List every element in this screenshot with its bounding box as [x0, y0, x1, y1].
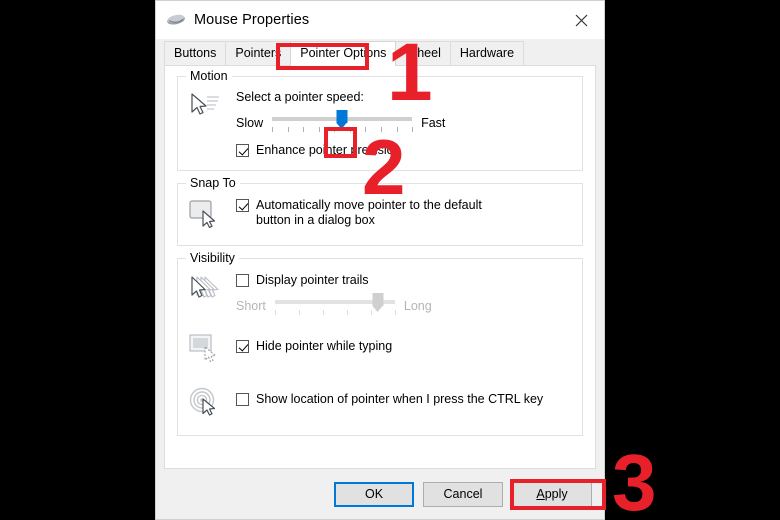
trails-long-label: Long — [403, 299, 432, 313]
mouse-icon — [167, 14, 185, 25]
group-visibility: Visibility Display pointer trails Short … — [177, 251, 583, 436]
screenshot-canvas: Mouse Properties Buttons Pointers Pointe… — [0, 0, 780, 520]
auto-move-pointer-row[interactable]: Automatically move pointer to the defaul… — [236, 198, 572, 228]
mouse-properties-dialog: Mouse Properties Buttons Pointers Pointe… — [155, 0, 605, 520]
hide-while-typing-label: Hide pointer while typing — [256, 339, 393, 353]
group-snap-to: Snap To Automatically move pointer to th… — [177, 176, 583, 246]
trails-slider-row: Short Long — [236, 293, 572, 317]
cancel-button[interactable]: Cancel — [423, 481, 503, 507]
display-trails-row[interactable]: Display pointer trails — [236, 273, 572, 288]
window-title: Mouse Properties — [194, 12, 310, 28]
auto-move-pointer-label: Automatically move pointer to the defaul… — [256, 198, 482, 227]
display-trails-checkbox[interactable] — [236, 274, 249, 287]
pointer-speed-slider[interactable] — [272, 110, 414, 134]
show-location-row[interactable]: Show location of pointer when I press th… — [236, 392, 572, 407]
apply-accel-letter: A — [536, 487, 545, 501]
hide-while-typing-row[interactable]: Hide pointer while typing — [236, 339, 572, 354]
trails-slider-thumb[interactable] — [372, 293, 384, 312]
hide-while-typing-checkbox[interactable] — [236, 340, 249, 353]
tab-wheel[interactable]: Wheel — [395, 41, 451, 65]
tab-pointers[interactable]: Pointers — [225, 41, 292, 65]
snap-to-button-icon — [188, 196, 232, 233]
auto-move-pointer-checkbox[interactable] — [236, 199, 249, 212]
pointer-speed-label: Select a pointer speed: — [236, 90, 364, 104]
title-bar: Mouse Properties — [156, 1, 604, 39]
trails-slider[interactable] — [274, 293, 396, 317]
show-location-checkbox[interactable] — [236, 393, 249, 406]
close-button[interactable] — [558, 1, 604, 39]
enhance-precision-checkbox[interactable] — [236, 144, 249, 157]
speed-fast-label: Fast — [421, 116, 446, 130]
speed-slider-thumb[interactable] — [336, 110, 348, 129]
tab-pointer-options[interactable]: Pointer Options — [290, 41, 397, 66]
pointer-speed-icon — [188, 89, 232, 126]
apply-button[interactable]: Apply — [512, 481, 592, 507]
dialog-footer: OK Cancel Apply — [156, 469, 604, 519]
pointer-speed-slider-row: Slow Fast — [236, 110, 572, 134]
hide-pointer-typing-icon — [188, 331, 232, 368]
pointer-options-panel: Motion Select a pointer speed: Slow Fast… — [164, 65, 596, 469]
close-icon — [575, 14, 587, 26]
trails-short-label: Short — [236, 299, 266, 313]
pointer-trails-icon — [188, 271, 232, 308]
tab-buttons[interactable]: Buttons — [164, 41, 227, 65]
apply-label-rest: pply — [544, 487, 568, 501]
ctrl-locate-pointer-icon — [188, 384, 232, 421]
ok-button[interactable]: OK — [334, 481, 414, 507]
show-location-label: Show location of pointer when I press th… — [256, 392, 544, 406]
tab-hardware[interactable]: Hardware — [449, 41, 525, 65]
group-motion-title: Motion — [186, 69, 232, 83]
tab-strip: Buttons Pointers Pointer Options Wheel H… — [156, 39, 604, 66]
display-trails-label: Display pointer trails — [256, 273, 369, 287]
enhance-precision-row[interactable]: Enhance pointer precision — [236, 143, 572, 158]
group-motion: Motion Select a pointer speed: Slow Fast… — [177, 69, 583, 171]
group-visibility-title: Visibility — [186, 251, 239, 265]
annotation-number-3: 3 — [612, 438, 657, 520]
group-snap-to-title: Snap To — [186, 176, 240, 190]
enhance-precision-label: Enhance pointer precision — [256, 143, 401, 157]
speed-slow-label: Slow — [236, 116, 264, 130]
